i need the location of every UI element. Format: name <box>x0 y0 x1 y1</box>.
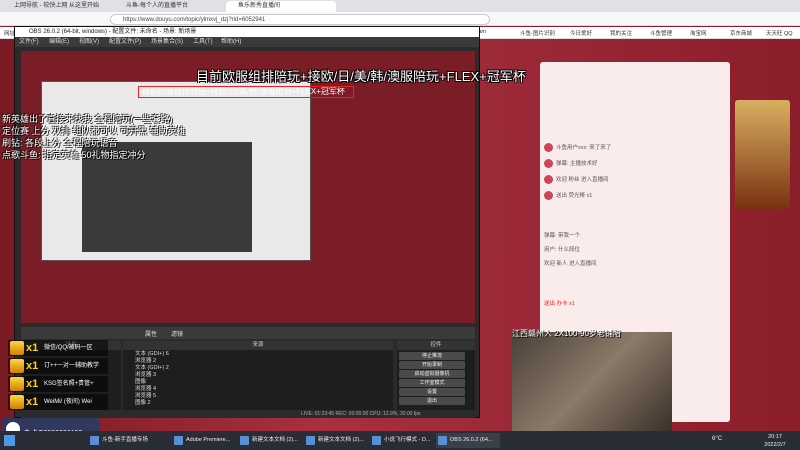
weather: 6°C <box>712 436 723 442</box>
gift-icon <box>10 341 24 355</box>
menu-file[interactable]: 文件(F) <box>19 37 39 47</box>
avatar <box>544 175 553 185</box>
taskbar-item[interactable]: 新建文本文档 (2)... <box>304 433 368 448</box>
gift-row: x1 订++一对一辅助教学 <box>8 358 108 374</box>
controls-panel-header: 控件 <box>397 341 475 350</box>
menu-scene-collection[interactable]: 场景集合(S) <box>151 37 183 47</box>
tab-active-room[interactable]: 鱼乐新秀直播间 <box>226 1 336 12</box>
chat-message: 欢迎 新人 进入直播间 <box>544 261 597 267</box>
sources-panel-header: 来源 <box>123 341 393 350</box>
obs-title-bar: OBS 26.0.2 (64-bit, windows) - 配置文件: 未命名… <box>15 27 479 37</box>
obs-menu-bar: 文件(F) 编辑(E) 视图(V) 配置文件(P) 场景集合(S) 工具(T) … <box>15 37 479 47</box>
gift-row: x1 KSG签名照+贵管+ <box>8 376 108 392</box>
bookmark[interactable]: 天天旺 QQ <box>766 29 793 37</box>
chat-message: 送出 荧光棒 x1 <box>544 190 726 202</box>
webcam-feed <box>512 332 672 432</box>
avatar <box>544 191 553 201</box>
sources-panel: 文本 (GDI+) 6 浏览器 2 文本 (GDI+) 2 浏览器 3 图像 浏… <box>123 350 393 410</box>
menu-profile[interactable]: 配置文件(P) <box>109 37 141 47</box>
source-item[interactable]: 图像 2 <box>125 399 251 408</box>
overlay-red-bar: 目前欧服组排陪玩+接欧/日/美/韩/澳服陪玩+FLEX+冠军杯 <box>138 86 354 98</box>
chat-message: 送出 办卡 x1 <box>544 301 575 307</box>
tab-navigation[interactable]: 上网导航 - 较快上网 从这里开始 <box>2 1 112 12</box>
virtual-camera-button[interactable]: 启动虚拟摄像机 <box>399 370 465 378</box>
bookmark[interactable]: 淘宝网 <box>690 29 707 37</box>
avatar <box>544 159 553 169</box>
properties-button[interactable]: 属性 <box>145 329 157 338</box>
bookmark[interactable]: 京东商城 <box>730 29 752 37</box>
filters-button[interactable]: 滤镜 <box>171 329 183 338</box>
controls-panel: 停止推流 开始录制 启动虚拟摄像机 工作室模式 设置 退出 <box>397 350 475 410</box>
gift-icon <box>10 377 24 391</box>
taskbar-item[interactable]: 小说飞行模式 - D... <box>370 433 434 448</box>
exit-button[interactable]: 退出 <box>399 397 465 405</box>
gift-row: x1 微信/QQ/被码一区 <box>8 340 108 356</box>
bookmark[interactable]: 我的关注 <box>610 29 632 37</box>
menu-tools[interactable]: 工具(T) <box>193 37 213 47</box>
overlay-info-line: 点歌斗鱼: 指定英雄 50礼物指定冲分 <box>2 150 146 160</box>
settings-button[interactable]: 设置 <box>399 388 465 396</box>
menu-help[interactable]: 帮助(H) <box>221 37 241 47</box>
taskbar-item-obs[interactable]: OBS 26.0.2 (64... <box>436 433 500 448</box>
windows-taskbar: 斗鱼-新手直播专场 Adobe Premiere... 新建文本文档 (2)..… <box>0 431 800 450</box>
menu-edit[interactable]: 编辑(E) <box>49 37 69 47</box>
taskbar-item[interactable]: 新建文本文档 (2)... <box>238 433 302 448</box>
taskbar-item[interactable]: Adobe Premiere... <box>172 433 236 448</box>
stop-streaming-button[interactable]: 停止推流 <box>399 352 465 360</box>
scene-toolbar: 属性 滤镜 <box>21 327 475 339</box>
taskbar-clock[interactable]: 20:17 2022/2/7 <box>752 431 798 450</box>
menu-view[interactable]: 视图(V) <box>79 37 99 47</box>
chat-message: 弹幕: 主播技术好 <box>544 158 726 170</box>
chat-message: 用户: 什么段位 <box>544 247 581 253</box>
taskbar-item[interactable]: 斗鱼-新手直播专场 <box>88 433 156 448</box>
nested-screen-capture <box>41 81 311 261</box>
browser-tab-bar: 上网导航 - 较快上网 从这里开始 斗鱼-每个人的直播平台 鱼乐新秀直播间 <box>0 0 800 12</box>
gift-icon <box>10 359 24 373</box>
bookmark[interactable]: 今日爱好 <box>570 29 592 37</box>
chat-message: 欢迎 粉丝 进入直播间 <box>544 174 726 186</box>
promo-banner[interactable] <box>735 100 790 210</box>
tab-douyu[interactable]: 斗鱼-每个人的直播平台 <box>114 1 224 12</box>
obs-status-bar: LIVE: 01:23:45 REC: 00:00:00 CPU: 12.9%,… <box>21 411 475 418</box>
chat-message: 弹幕: 带我一个 <box>544 233 581 239</box>
start-recording-button[interactable]: 开始录制 <box>399 361 465 369</box>
chat-message: 斗鱼用户xxx: 来了来了 <box>544 142 726 154</box>
overlay-title: 目前欧服组排陪玩+接欧/日/美/韩/澳服陪玩+FLEX+冠军杯 <box>196 69 526 84</box>
gift-icon <box>10 395 24 409</box>
bookmark[interactable]: 斗鱼-图片识别 <box>520 29 555 37</box>
windows-icon[interactable] <box>4 435 15 446</box>
avatar <box>544 143 553 153</box>
gift-row: x1 WeiMi/ (夜间) Wei <box>8 394 108 410</box>
bookmark[interactable]: 斗鱼管理 <box>650 29 672 37</box>
url-input[interactable]: https://www.douyu.com/topic/ylmxvj_dzj?r… <box>110 14 490 25</box>
studio-mode-button[interactable]: 工作室模式 <box>399 379 465 387</box>
camera-caption: 江西赣州人 2X100-90岁老铺陪 <box>512 329 621 338</box>
